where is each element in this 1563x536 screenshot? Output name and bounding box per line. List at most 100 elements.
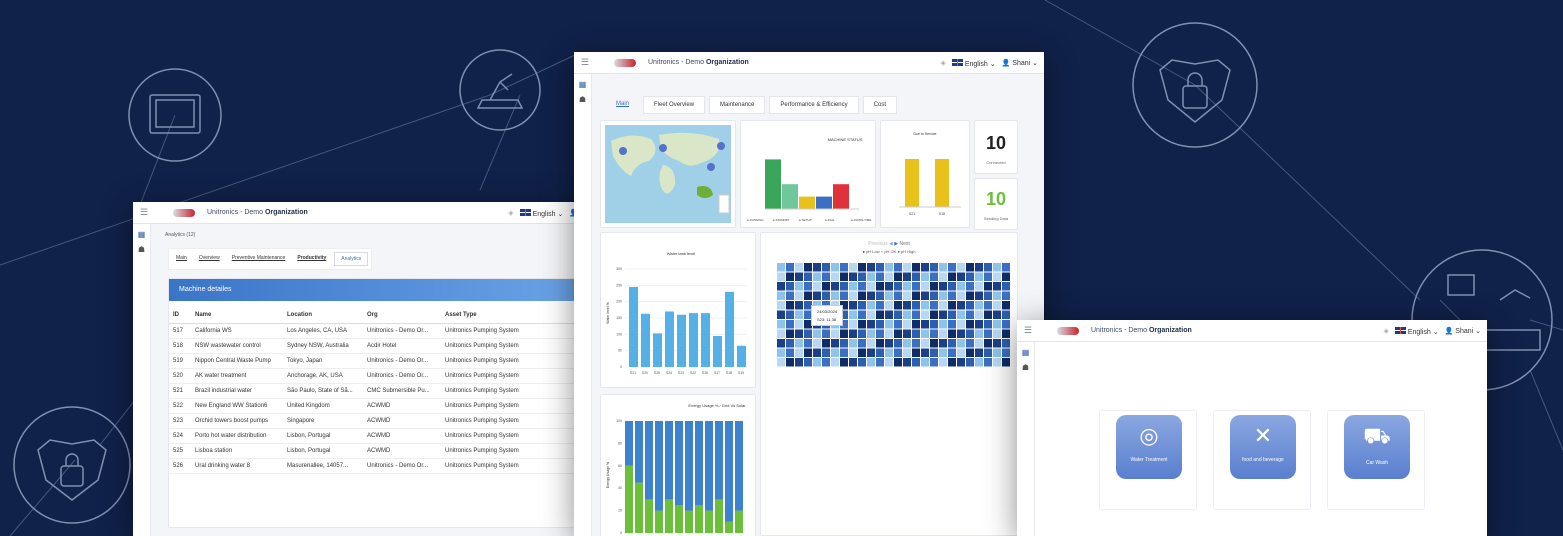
heatmap-grid[interactable] — [761, 259, 1017, 399]
tab-productivity[interactable]: Productivity — [293, 252, 331, 266]
users-icon[interactable]: ☗ — [574, 95, 591, 104]
table-row[interactable]: 518 NSW wastewater control Sydney NSW, Aus… — [169, 338, 577, 354]
map-marker[interactable] — [659, 144, 667, 152]
heatmap-cell — [795, 339, 803, 348]
map-marker[interactable] — [619, 147, 627, 155]
analytics-window: ☰ Unitronics - Demo Organization ◈ Engli… — [133, 202, 583, 536]
table-row[interactable]: 523 Orchid towers boost pumps Singapore ACW… — [169, 413, 577, 429]
chart-bar-solar — [735, 421, 743, 511]
heatmap-cell — [786, 310, 794, 319]
tab-overview[interactable]: Overview — [194, 252, 224, 266]
uk-flag-icon — [1394, 326, 1406, 334]
heatmap-cell — [831, 358, 839, 367]
heatmap-cell — [831, 329, 839, 338]
tick-label: S22 — [690, 371, 696, 375]
tab-main[interactable]: Main — [606, 96, 639, 114]
heatmap-cell — [948, 358, 956, 367]
heatmap-cell — [930, 291, 938, 300]
language-selector[interactable]: English ⌄ — [951, 58, 996, 68]
table-cell: Ural drinking water 8 — [191, 458, 283, 474]
shield-lock-icon-2 — [13, 406, 131, 524]
dashboard-icon[interactable]: ▦ — [1017, 348, 1034, 357]
map-panel[interactable] — [600, 120, 736, 228]
world-map[interactable] — [601, 121, 735, 227]
tab-maintenance[interactable]: Maintenance — [709, 96, 766, 114]
table-cell: Unitronics - Demo Or... — [363, 353, 441, 369]
tab-performance-efficiency[interactable]: Performance & Efficiency — [769, 96, 859, 114]
heatmap-cell — [948, 301, 956, 310]
heatmap-cell — [885, 301, 893, 310]
tab-analytics[interactable]: Analytics — [334, 252, 369, 266]
heatmap-cell — [885, 282, 893, 291]
chart-bar — [629, 286, 638, 367]
notification-icon[interactable]: ◈ — [508, 209, 513, 217]
table-row[interactable]: 520 AK water treatment Anchorage, AK, USA U… — [169, 368, 577, 384]
users-icon[interactable]: ☗ — [133, 245, 150, 254]
tab-cost[interactable]: Cost — [862, 96, 897, 114]
tick-label: S19 — [738, 371, 744, 375]
chart-bar — [665, 311, 674, 367]
menu-icon[interactable]: ☰ — [1017, 325, 1039, 336]
table-row[interactable]: 521 Brazil industrial water São Paulo, Sta… — [169, 383, 577, 399]
tab-main[interactable]: Main — [172, 252, 191, 266]
kpi-connected: 10 Connected — [974, 120, 1018, 174]
heatmap-cell — [975, 348, 983, 357]
table-row[interactable]: 519 Nippon Central Waste Pump Tokyo, Japan… — [169, 353, 577, 369]
tile-car-wash[interactable]: ⛟ Car Wash — [1327, 410, 1425, 510]
table-cell: Unitronics Pumping System — [441, 428, 577, 444]
table-cell: Acdir Hotel — [363, 338, 441, 354]
menu-icon[interactable]: ☰ — [133, 207, 155, 218]
column-header[interactable]: Location — [283, 307, 363, 324]
tick-label: 150 — [616, 316, 622, 320]
tab-preventive-maintenance[interactable]: Preventive Maintenance — [227, 252, 290, 266]
map-marker[interactable] — [707, 163, 715, 171]
table-row[interactable]: 524 Porto hot water distribution Lisbon, P… — [169, 428, 577, 444]
table-cell: Unitronics Pumping System — [441, 353, 577, 369]
heatmap-cell — [804, 272, 812, 281]
heatmap-cell — [777, 263, 785, 272]
heatmap-cell — [993, 329, 1001, 338]
user-menu[interactable]: 👤 Shani ⌄ — [1002, 59, 1038, 67]
next-icon[interactable]: ▶ — [894, 241, 898, 247]
tile-food-and-beverage[interactable]: ✕ food and beverage — [1213, 410, 1311, 510]
users-icon[interactable]: ☗ — [1017, 363, 1034, 372]
heatmap-cell — [921, 282, 929, 291]
heatmap-cell — [903, 348, 911, 357]
heatmap-cell — [939, 272, 947, 281]
column-header[interactable]: Org — [363, 307, 441, 324]
previous-button[interactable]: Previous — [868, 241, 887, 247]
table-row[interactable]: 517 California WS Los Angeles, CA, USA Unit… — [169, 323, 577, 339]
language-selector[interactable]: English ⌄ — [1394, 326, 1439, 336]
heatmap-cell — [804, 263, 812, 272]
zoom-controls[interactable] — [718, 194, 730, 214]
table-row[interactable]: 525 Lisboa station Lisbon, Portugal ACWMD Un… — [169, 443, 577, 459]
notification-icon[interactable]: ◈ — [940, 59, 945, 67]
table-cell: 524 — [169, 428, 191, 444]
table-row[interactable]: 522 New England WW Station6 United Kingdom… — [169, 398, 577, 414]
menu-icon[interactable]: ☰ — [574, 57, 596, 68]
heatmap-cell — [795, 320, 803, 329]
column-header[interactable]: ID — [169, 307, 191, 324]
column-header[interactable]: Asset Type — [441, 307, 577, 324]
heatmap-cell — [777, 301, 785, 310]
heatmap-cell — [930, 301, 938, 310]
dashboard-icon[interactable]: ▦ — [133, 230, 150, 239]
table-row[interactable]: 526 Ural drinking water 8 Masurenallee, 14… — [169, 458, 577, 474]
heatmap-cell — [1002, 272, 1010, 281]
prev-icon[interactable]: ◀ — [889, 241, 893, 247]
heatmap-cell — [993, 310, 1001, 319]
heatmap-cell — [921, 291, 929, 300]
heatmap-cell — [795, 310, 803, 319]
notification-icon[interactable]: ◈ — [1383, 327, 1388, 335]
map-marker[interactable] — [717, 142, 725, 150]
language-selector[interactable]: English ⌄ — [519, 208, 563, 218]
tab-fleet-overview[interactable]: Fleet Overview — [643, 96, 706, 114]
user-menu[interactable]: 👤 Shani ⌄ — [1445, 327, 1481, 335]
tile-water-treatment[interactable]: ◎ Water Treatment — [1099, 410, 1197, 510]
dashboard-icon[interactable]: ▦ — [574, 80, 591, 89]
next-button[interactable]: Next — [900, 241, 910, 247]
tick-label: 0 — [620, 531, 622, 535]
machine-table: ID Name Location Org Asset Type 517 Californi… — [169, 307, 577, 474]
tick-label: S21 — [630, 371, 636, 375]
column-header[interactable]: Name — [191, 307, 283, 324]
